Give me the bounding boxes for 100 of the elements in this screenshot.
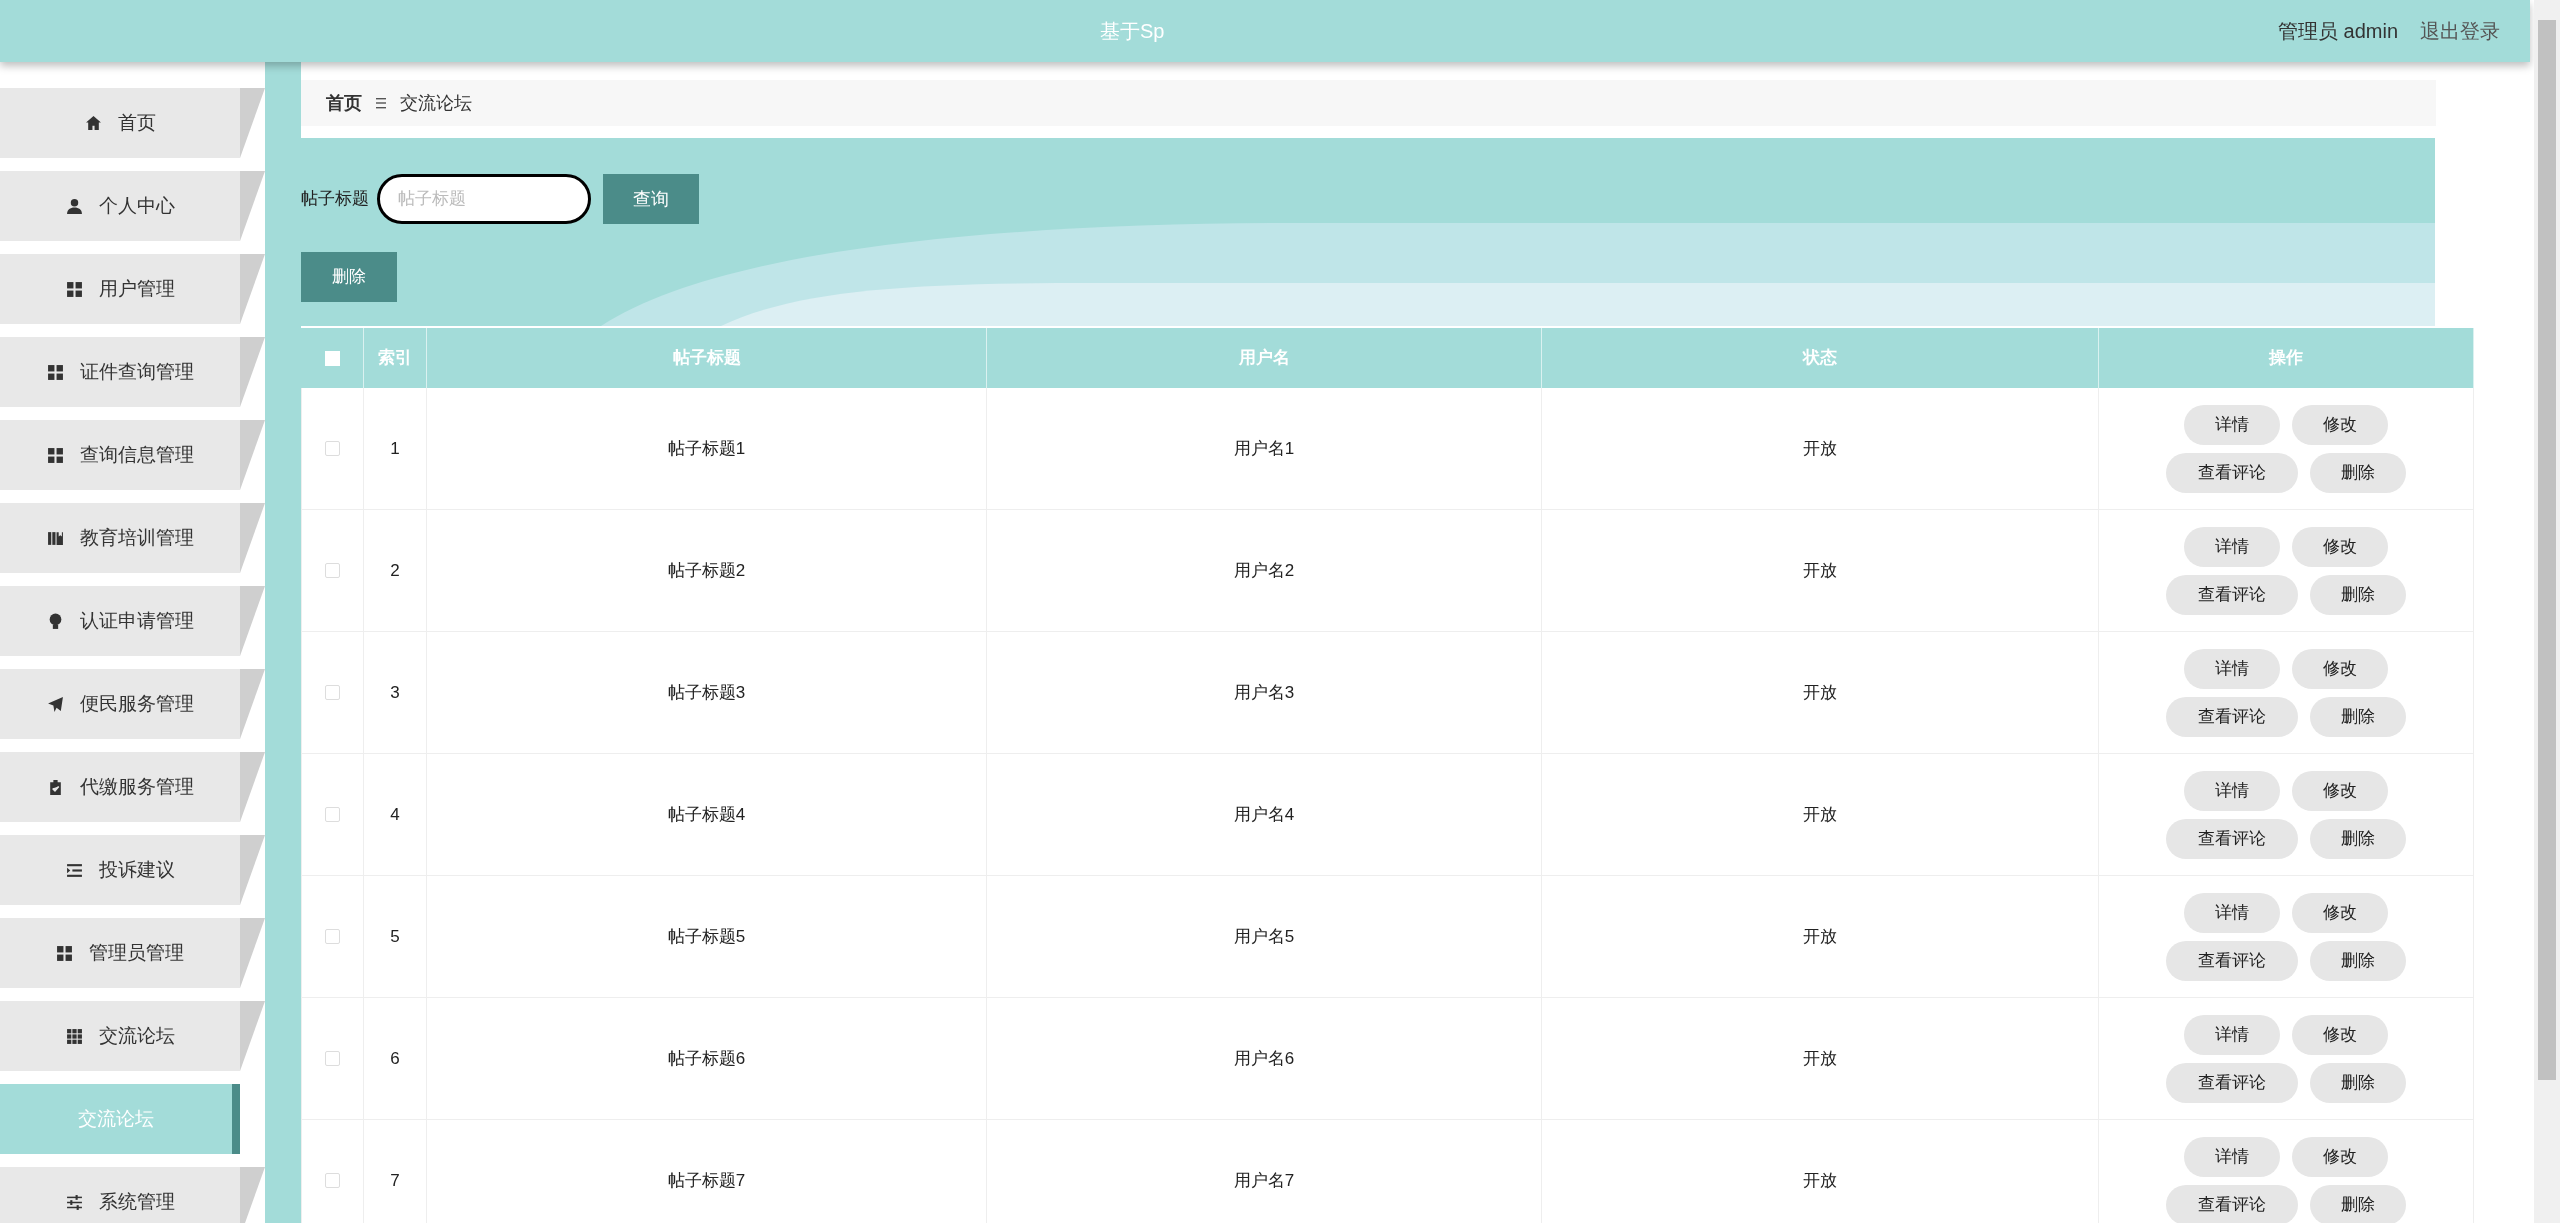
search-label: 帖子标题: [301, 188, 369, 211]
delete-button[interactable]: 删除: [2310, 1062, 2406, 1103]
edit-button[interactable]: 修改: [2292, 1136, 2388, 1177]
details-button[interactable]: 详情: [2184, 1136, 2280, 1177]
table-cell-text: 用户名3: [1233, 681, 1295, 704]
table-cell-text: 帖子标题7: [667, 1169, 746, 1192]
slant-shadow-icon: [240, 171, 265, 241]
view-comments-button[interactable]: 查看评论: [2166, 940, 2298, 981]
scrollbar-thumb[interactable]: [2538, 20, 2556, 1080]
sliders-icon: [65, 1193, 83, 1211]
table-cell-text: 用户名2: [1233, 559, 1295, 582]
slant-shadow-icon: [240, 669, 265, 739]
table-cell-text: 4: [390, 803, 400, 826]
edit-button[interactable]: 修改: [2292, 1014, 2388, 1055]
table-cell-text: 开放: [1803, 437, 1837, 460]
table-cell-text: 开放: [1803, 925, 1837, 948]
grid-icon: [46, 446, 64, 464]
search-button[interactable]: 查询: [603, 174, 699, 224]
select-all-checkbox[interactable]: [324, 350, 340, 366]
grid-icon: [46, 363, 64, 381]
table-cell-text: 帖子标题5: [667, 925, 746, 948]
row-checkbox[interactable]: [325, 807, 340, 822]
delete-button[interactable]: 删除: [2310, 818, 2406, 859]
row-checkbox[interactable]: [325, 685, 340, 700]
slant-shadow-icon: [240, 752, 265, 822]
slant-shadow-icon: [240, 586, 265, 656]
slant-shadow-icon: [240, 918, 265, 988]
home-icon: [84, 114, 102, 132]
table-cell-text: 开放: [1803, 559, 1837, 582]
breadcrumb-link[interactable]: 首页: [326, 89, 362, 117]
table-cell-text: 帖子标题4: [667, 803, 746, 826]
table-cell-text: 2: [390, 559, 400, 582]
table-cell-text: 7: [390, 1169, 400, 1192]
search-field[interactable]: 帖子标题: [377, 174, 591, 224]
row-checkbox[interactable]: [325, 1173, 340, 1188]
details-button[interactable]: 详情: [2184, 892, 2280, 933]
row-checkbox[interactable]: [325, 563, 340, 578]
column-header: 操作: [2099, 328, 2474, 388]
slant-shadow-icon: [240, 420, 265, 490]
edit-button[interactable]: 修改: [2292, 404, 2388, 445]
breadcrumb-link[interactable]: 交流论坛: [400, 89, 472, 117]
scrollbar[interactable]: [2534, 0, 2560, 1223]
logout-link[interactable]: 退出登录: [2420, 16, 2500, 46]
view-comments-button[interactable]: 查看评论: [2166, 1062, 2298, 1103]
edit-button[interactable]: 修改: [2292, 892, 2388, 933]
view-comments-button[interactable]: 查看评论: [2166, 1184, 2298, 1223]
paper-plane-icon: [46, 695, 64, 713]
book-icon: [46, 529, 64, 547]
row-checkbox[interactable]: [325, 441, 340, 456]
table-cell-text: 6: [390, 1047, 400, 1070]
table-cell-text: 5: [390, 925, 400, 948]
column-header: 索引: [364, 328, 427, 388]
slant-shadow-icon: [240, 503, 265, 573]
table-cell-text: 开放: [1803, 1047, 1837, 1070]
details-button[interactable]: 详情: [2184, 648, 2280, 689]
table-cell-text: 用户名4: [1233, 803, 1295, 826]
slant-shadow-icon: [240, 337, 265, 407]
delete-button[interactable]: 删除: [2310, 1184, 2406, 1223]
column-header: 状态: [1542, 328, 2099, 388]
edit-button[interactable]: 修改: [2292, 648, 2388, 689]
table-cell-text: 1: [390, 437, 400, 460]
column-header: 用户名: [987, 328, 1542, 388]
slant-shadow-icon: [240, 254, 265, 324]
details-button[interactable]: 详情: [2184, 526, 2280, 567]
view-comments-button[interactable]: 查看评论: [2166, 818, 2298, 859]
table-cell-text: 开放: [1803, 803, 1837, 826]
table-cell-text: 用户名6: [1233, 1047, 1295, 1070]
app-title: 基于Sp: [1100, 19, 1165, 44]
table-cell-text: 帖子标题3: [667, 681, 746, 704]
view-comments-button[interactable]: 查看评论: [2166, 452, 2298, 493]
details-button[interactable]: 详情: [2184, 770, 2280, 811]
edit-button[interactable]: 修改: [2292, 770, 2388, 811]
list-indent-icon: [65, 861, 83, 879]
delete-button[interactable]: 删除: [301, 252, 397, 302]
delete-button[interactable]: 删除: [2310, 452, 2406, 493]
table-cell-text: 开放: [1803, 681, 1837, 704]
delete-button[interactable]: 删除: [2310, 940, 2406, 981]
slant-shadow-icon: [240, 1167, 265, 1223]
table-cell-text: 帖子标题6: [667, 1047, 746, 1070]
slant-shadow-icon: [240, 88, 265, 158]
view-comments-button[interactable]: 查看评论: [2166, 696, 2298, 737]
row-checkbox[interactable]: [325, 1051, 340, 1066]
delete-button[interactable]: 删除: [2310, 696, 2406, 737]
separator-icon: [376, 97, 386, 109]
view-comments-button[interactable]: 查看评论: [2166, 574, 2298, 615]
table-cell-text: 用户名1: [1233, 437, 1295, 460]
user-label: 管理员 admin: [2277, 19, 2398, 44]
row-checkbox[interactable]: [325, 929, 340, 944]
table-cell-text: 帖子标题2: [667, 559, 746, 582]
edit-button[interactable]: 修改: [2292, 526, 2388, 567]
table-cell-text: 开放: [1803, 1169, 1837, 1192]
details-button[interactable]: 详情: [2184, 1014, 2280, 1055]
details-button[interactable]: 详情: [2184, 404, 2280, 445]
column-header: 帖子标题: [427, 328, 987, 388]
table-cell-text: 3: [390, 681, 400, 704]
delete-button[interactable]: 删除: [2310, 574, 2406, 615]
grid-icon: [65, 280, 83, 298]
user-icon: [65, 197, 83, 215]
slant-shadow-icon: [240, 1001, 265, 1071]
table-cell-text: 帖子标题1: [667, 437, 746, 460]
